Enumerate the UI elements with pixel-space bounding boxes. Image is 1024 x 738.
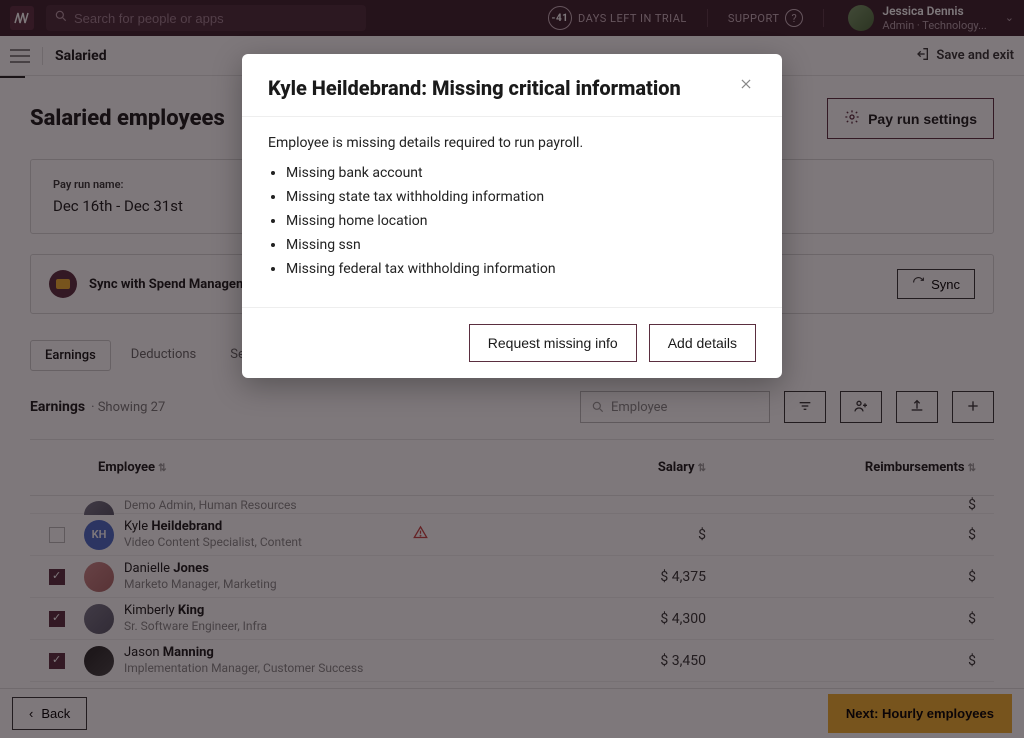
missing-item: Missing ssn xyxy=(286,237,756,253)
modal-description: Employee is missing details required to … xyxy=(268,135,756,151)
close-icon xyxy=(739,77,753,95)
modal-missing-list: Missing bank account Missing state tax wi… xyxy=(268,165,756,277)
missing-item: Missing state tax withholding informatio… xyxy=(286,189,756,205)
add-details-button[interactable]: Add details xyxy=(649,324,756,362)
modal-title: Kyle Heildebrand: Missing critical infor… xyxy=(268,76,736,100)
missing-item: Missing bank account xyxy=(286,165,756,181)
request-missing-info-button[interactable]: Request missing info xyxy=(469,324,637,362)
missing-info-modal: Kyle Heildebrand: Missing critical infor… xyxy=(242,54,782,378)
missing-item: Missing home location xyxy=(286,213,756,229)
modal-close-button[interactable] xyxy=(736,76,756,96)
missing-item: Missing federal tax withholding informat… xyxy=(286,261,756,277)
